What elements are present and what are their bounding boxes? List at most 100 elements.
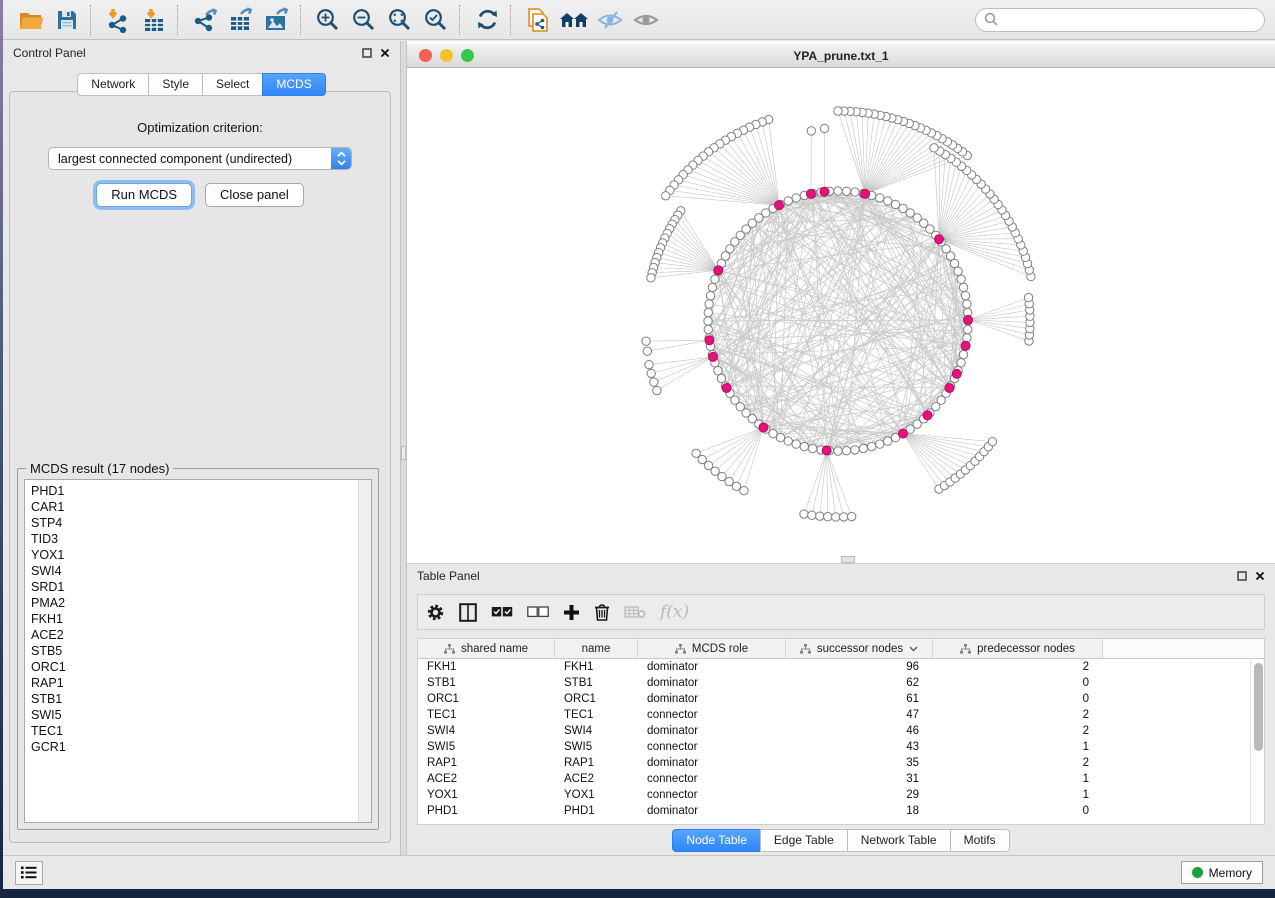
table-row[interactable]: ORC1ORC1dominator610 bbox=[418, 691, 1264, 707]
tab-network[interactable]: Network bbox=[77, 73, 149, 96]
function-builder-button[interactable]: f(x) bbox=[660, 602, 689, 622]
control-panel-title: Control Panel bbox=[13, 46, 86, 60]
table-cell: ACE2 bbox=[555, 773, 638, 785]
mcds-result-item[interactable]: GCR1 bbox=[27, 739, 355, 755]
tab-select[interactable]: Select bbox=[202, 73, 263, 96]
mcds-result-item[interactable]: FKH1 bbox=[27, 611, 355, 627]
mcds-result-item[interactable]: ACE2 bbox=[27, 627, 355, 643]
mcds-result-item[interactable]: STB1 bbox=[27, 691, 355, 707]
float-panel-icon[interactable] bbox=[362, 48, 372, 58]
export-network-button[interactable] bbox=[187, 4, 223, 36]
select-all-icon bbox=[491, 606, 513, 618]
homes-icon bbox=[559, 8, 589, 32]
mcds-result-item[interactable]: TEC1 bbox=[27, 723, 355, 739]
tab-style[interactable]: Style bbox=[148, 73, 203, 96]
mcds-result-item[interactable]: TID3 bbox=[27, 531, 355, 547]
open-file-button[interactable] bbox=[13, 4, 49, 36]
export-table-button[interactable] bbox=[223, 4, 259, 36]
column-header-predecessor-nodes[interactable]: predecessor nodes bbox=[933, 639, 1103, 659]
table-scrollbar[interactable] bbox=[1250, 660, 1264, 824]
table-row[interactable]: RAP1RAP1dominator352 bbox=[418, 755, 1264, 771]
search-field[interactable] bbox=[975, 8, 1265, 32]
table-row[interactable]: FKH1FKH1dominator962 bbox=[418, 659, 1264, 675]
shared-name-icon bbox=[800, 644, 811, 654]
zoom-out-button[interactable] bbox=[346, 4, 382, 36]
network-window-titlebar[interactable]: YPA_prune.txt_1 bbox=[407, 44, 1275, 68]
close-panel-button[interactable]: Close panel bbox=[205, 183, 304, 207]
vertical-splitter[interactable] bbox=[400, 41, 407, 855]
delete-table-button[interactable] bbox=[624, 605, 646, 619]
table-panel: Table Panel f(x) shared namenameMCDS rol… bbox=[407, 563, 1275, 855]
refresh-button[interactable] bbox=[469, 4, 505, 36]
show-panels-button[interactable] bbox=[15, 861, 43, 885]
table-cell: 2 bbox=[933, 661, 1103, 673]
mcds-result-item[interactable]: YOX1 bbox=[27, 547, 355, 563]
mcds-result-item[interactable]: STB5 bbox=[27, 643, 355, 659]
show-columns-button[interactable] bbox=[459, 603, 477, 622]
tab-edge-table[interactable]: Edge Table bbox=[760, 829, 848, 852]
column-header-MCDS-role[interactable]: MCDS role bbox=[638, 639, 786, 659]
delete-column-button[interactable] bbox=[594, 603, 610, 621]
table-cell: 18 bbox=[786, 805, 933, 817]
clone-network-button[interactable] bbox=[520, 4, 556, 36]
import-network-button[interactable] bbox=[100, 4, 136, 36]
table-row[interactable]: SWI4SWI4dominator462 bbox=[418, 723, 1264, 739]
select-all-button[interactable] bbox=[491, 606, 513, 618]
table-settings-button[interactable] bbox=[426, 603, 445, 622]
search-input[interactable] bbox=[1004, 13, 1256, 27]
column-header-name[interactable]: name bbox=[555, 639, 638, 659]
zoom-fit-button[interactable] bbox=[382, 4, 418, 36]
tab-network-table[interactable]: Network Table bbox=[847, 829, 951, 852]
hide-eye-button[interactable] bbox=[592, 4, 628, 36]
mcds-list-scrollbar[interactable] bbox=[358, 480, 371, 822]
zoom-in-button[interactable] bbox=[310, 4, 346, 36]
mcds-result-item[interactable]: STP4 bbox=[27, 515, 355, 531]
table-row[interactable]: STB1STB1dominator620 bbox=[418, 675, 1264, 691]
table-cell: STB1 bbox=[555, 677, 638, 689]
table-row[interactable]: YOX1YOX1connector291 bbox=[418, 787, 1264, 803]
export-image-button[interactable] bbox=[259, 4, 295, 36]
table-cell: RAP1 bbox=[555, 757, 638, 769]
memory-status-icon bbox=[1192, 867, 1203, 878]
mcds-result-item[interactable]: ORC1 bbox=[27, 659, 355, 675]
close-panel-icon[interactable] bbox=[1255, 571, 1265, 581]
column-header-successor-nodes[interactable]: successor nodes bbox=[786, 639, 933, 659]
select-stepper-icon bbox=[331, 147, 351, 170]
mcds-result-item[interactable]: PMA2 bbox=[27, 595, 355, 611]
deselect-all-button[interactable] bbox=[527, 606, 549, 618]
mcds-result-item[interactable]: SRD1 bbox=[27, 579, 355, 595]
zoom-selected-button[interactable] bbox=[418, 4, 454, 36]
save-session-button[interactable] bbox=[49, 4, 85, 36]
table-cell: dominator bbox=[638, 725, 786, 737]
table-cell: connector bbox=[638, 741, 786, 753]
tab-motifs[interactable]: Motifs bbox=[950, 829, 1010, 852]
export-image-icon bbox=[263, 7, 291, 33]
criterion-select[interactable]: largest connected component (undirected) bbox=[48, 147, 352, 170]
mcds-result-item[interactable]: SWI5 bbox=[27, 707, 355, 723]
mcds-result-item[interactable]: CAR1 bbox=[27, 499, 355, 515]
mcds-result-item[interactable]: PHD1 bbox=[27, 483, 355, 499]
add-column-button[interactable] bbox=[563, 604, 580, 621]
show-eye-button[interactable] bbox=[628, 4, 664, 36]
tab-node-table[interactable]: Node Table bbox=[672, 829, 761, 852]
column-header-shared-name[interactable]: shared name bbox=[418, 639, 555, 659]
network-canvas[interactable] bbox=[407, 68, 1275, 555]
mcds-result-item[interactable]: SWI4 bbox=[27, 563, 355, 579]
horizontal-splitter-handle[interactable] bbox=[841, 556, 855, 563]
mcds-result-item[interactable]: RAP1 bbox=[27, 675, 355, 691]
table-row[interactable]: ACE2ACE2connector311 bbox=[418, 771, 1264, 787]
network-graph bbox=[407, 68, 1275, 555]
table-row[interactable]: SWI5SWI5connector431 bbox=[418, 739, 1264, 755]
mcds-result-list[interactable]: PHD1CAR1STP4TID3YOX1SWI4SRD1PMA2FKH1ACE2… bbox=[24, 479, 372, 823]
table-scrollbar-thumb[interactable] bbox=[1254, 663, 1263, 751]
vertical-splitter-handle[interactable] bbox=[401, 446, 406, 460]
close-panel-icon[interactable] bbox=[380, 48, 390, 58]
import-table-button[interactable] bbox=[136, 4, 172, 36]
table-row[interactable]: PHD1PHD1dominator180 bbox=[418, 803, 1264, 819]
tab-mcds[interactable]: MCDS bbox=[262, 73, 325, 96]
memory-button[interactable]: Memory bbox=[1181, 861, 1263, 884]
float-panel-icon[interactable] bbox=[1237, 571, 1247, 581]
table-row[interactable]: TEC1TEC1connector472 bbox=[418, 707, 1264, 723]
run-mcds-button[interactable]: Run MCDS bbox=[96, 183, 192, 207]
homes-button[interactable] bbox=[556, 4, 592, 36]
